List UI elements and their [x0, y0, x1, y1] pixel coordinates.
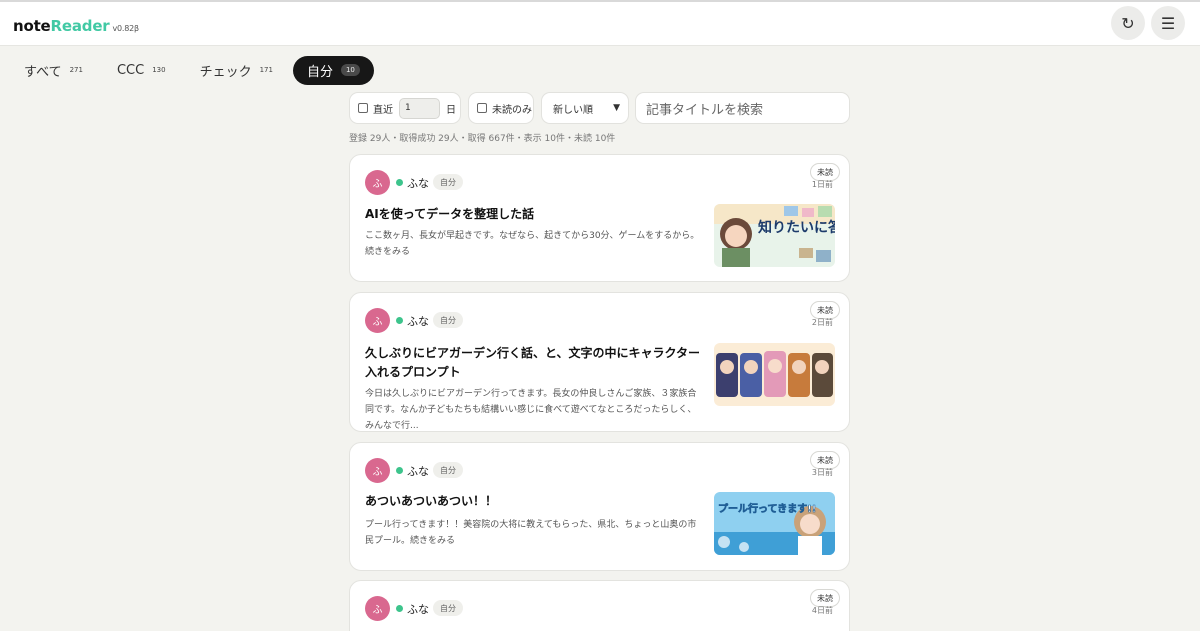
tab-label: チェック	[199, 64, 252, 80]
days-input[interactable]: 1	[399, 97, 440, 119]
article-title[interactable]: 久しぶりにビアガーデン行く話、と、文字の中にキャラクター入れるプロンプト	[365, 344, 707, 382]
app-logo[interactable]: noteReader v0.82β	[13, 17, 139, 35]
article-card[interactable]: ふ ふな 自分 未読 1日前 AIを使ってデータを整理した話 ここ数ヶ月、長女が…	[349, 154, 850, 282]
avatar: ふ	[365, 458, 390, 483]
recent-checkbox[interactable]	[358, 103, 368, 113]
logo-text-reader: Reader	[50, 17, 110, 35]
tab-label: すべて	[24, 64, 62, 80]
refresh-button[interactable]: ↻	[1111, 6, 1145, 40]
status-dot	[396, 467, 403, 474]
avatar: ふ	[365, 596, 390, 621]
published-ago: 1日前	[811, 180, 833, 189]
app-version: v0.82β	[112, 24, 140, 33]
search-placeholder: 記事タイトルを検索	[646, 102, 764, 118]
status-dot	[396, 317, 403, 324]
published-ago: 2日前	[811, 318, 833, 327]
article-thumbnail[interactable]: 知りたいに答える!	[714, 204, 835, 267]
category-tag: 自分	[433, 600, 463, 616]
article-thumbnail[interactable]: プール行ってきます!!	[714, 492, 835, 555]
tab-all[interactable]: すべて 271	[10, 56, 97, 85]
thumbnail-text: プール行ってきます!!	[718, 502, 816, 515]
tab-label: CCC	[116, 62, 145, 78]
article-excerpt: 今日は久しぶりにビアガーデン行ってきます。長女の仲良しさんご家族、３家族合同です…	[365, 389, 697, 431]
author-name: ふな	[407, 465, 429, 478]
days-unit-label: 日	[446, 104, 456, 116]
chevron-down-icon: ▼	[613, 103, 620, 113]
menu-button[interactable]: ☰	[1151, 6, 1185, 40]
status-dot	[396, 605, 403, 612]
author-name: ふな	[407, 315, 429, 328]
unread-only-checkbox[interactable]	[477, 103, 487, 113]
unread-only-label: 未読のみ	[492, 104, 532, 116]
category-tag: 自分	[433, 174, 463, 190]
published-ago: 3日前	[811, 468, 833, 477]
tab-check[interactable]: チェック 171	[186, 56, 287, 85]
status-dot	[396, 179, 403, 186]
tab-count: 271	[69, 66, 83, 74]
category-tag: 自分	[433, 312, 463, 328]
author-name: ふな	[407, 177, 429, 190]
avatar: ふ	[365, 170, 390, 195]
tab-mine[interactable]: 自分 10	[292, 55, 374, 85]
tab-count: 171	[259, 66, 273, 74]
article-thumbnail[interactable]	[714, 343, 835, 406]
logo-text-note: note	[13, 17, 51, 35]
article-title[interactable]: AIを使ってデータを整理した話	[365, 205, 707, 224]
article-card[interactable]: ふ ふな 自分 未読 2日前 久しぶりにビアガーデン行く話、と、文字の中にキャラ…	[349, 292, 850, 432]
sort-select[interactable]: 新しい順 ▼	[541, 92, 629, 124]
search-input[interactable]: 記事タイトルを検索	[635, 92, 850, 124]
sort-selected-value: 新しい順	[553, 104, 593, 116]
article-excerpt: ここ数ヶ月、長女が早起きです。なぜなら、起きてから30分、ゲームをするから。続き…	[365, 231, 700, 257]
recent-label: 直近	[373, 104, 393, 116]
filter-bar: 直近 1 日 未読のみ 新しい順 ▼ 記事タイトルを検索	[349, 92, 850, 124]
tab-label: 自分	[306, 64, 333, 80]
refresh-icon: ↻	[1121, 13, 1135, 33]
article-excerpt: プール行ってきます！！美容院の大将に教えてもらった、県北、ちょっと山奥の市民プー…	[365, 520, 697, 546]
hamburger-menu-icon: ☰	[1160, 13, 1176, 33]
tab-count: 130	[152, 66, 166, 74]
article-card[interactable]: ふ ふな 自分 未読 4日前	[349, 580, 850, 631]
thumbnail-text: 知りたいに答える!	[758, 219, 835, 236]
tab-ccc[interactable]: CCC 130	[103, 56, 180, 85]
category-tag: 自分	[433, 462, 463, 478]
unread-only-filter[interactable]: 未読のみ	[468, 92, 534, 124]
tab-count: 10	[340, 64, 360, 76]
fetch-stats: 登録 29人・取得成功 29人・取得 667件・表示 10件・未読 10件	[349, 134, 616, 144]
article-card[interactable]: ふ ふな 自分 未読 3日前 あついあついあつい！！ プール行ってきます！！美容…	[349, 442, 850, 571]
author-name: ふな	[407, 603, 429, 616]
recent-days-filter: 直近 1 日	[349, 92, 461, 124]
category-tabs: すべて 271 CCC 130 チェック 171 自分 10	[10, 55, 380, 85]
published-ago: 4日前	[811, 606, 833, 615]
article-title[interactable]: あついあついあつい！！	[365, 492, 707, 511]
app-header: noteReader v0.82β ↻ ☰	[0, 2, 1200, 46]
avatar: ふ	[365, 308, 390, 333]
